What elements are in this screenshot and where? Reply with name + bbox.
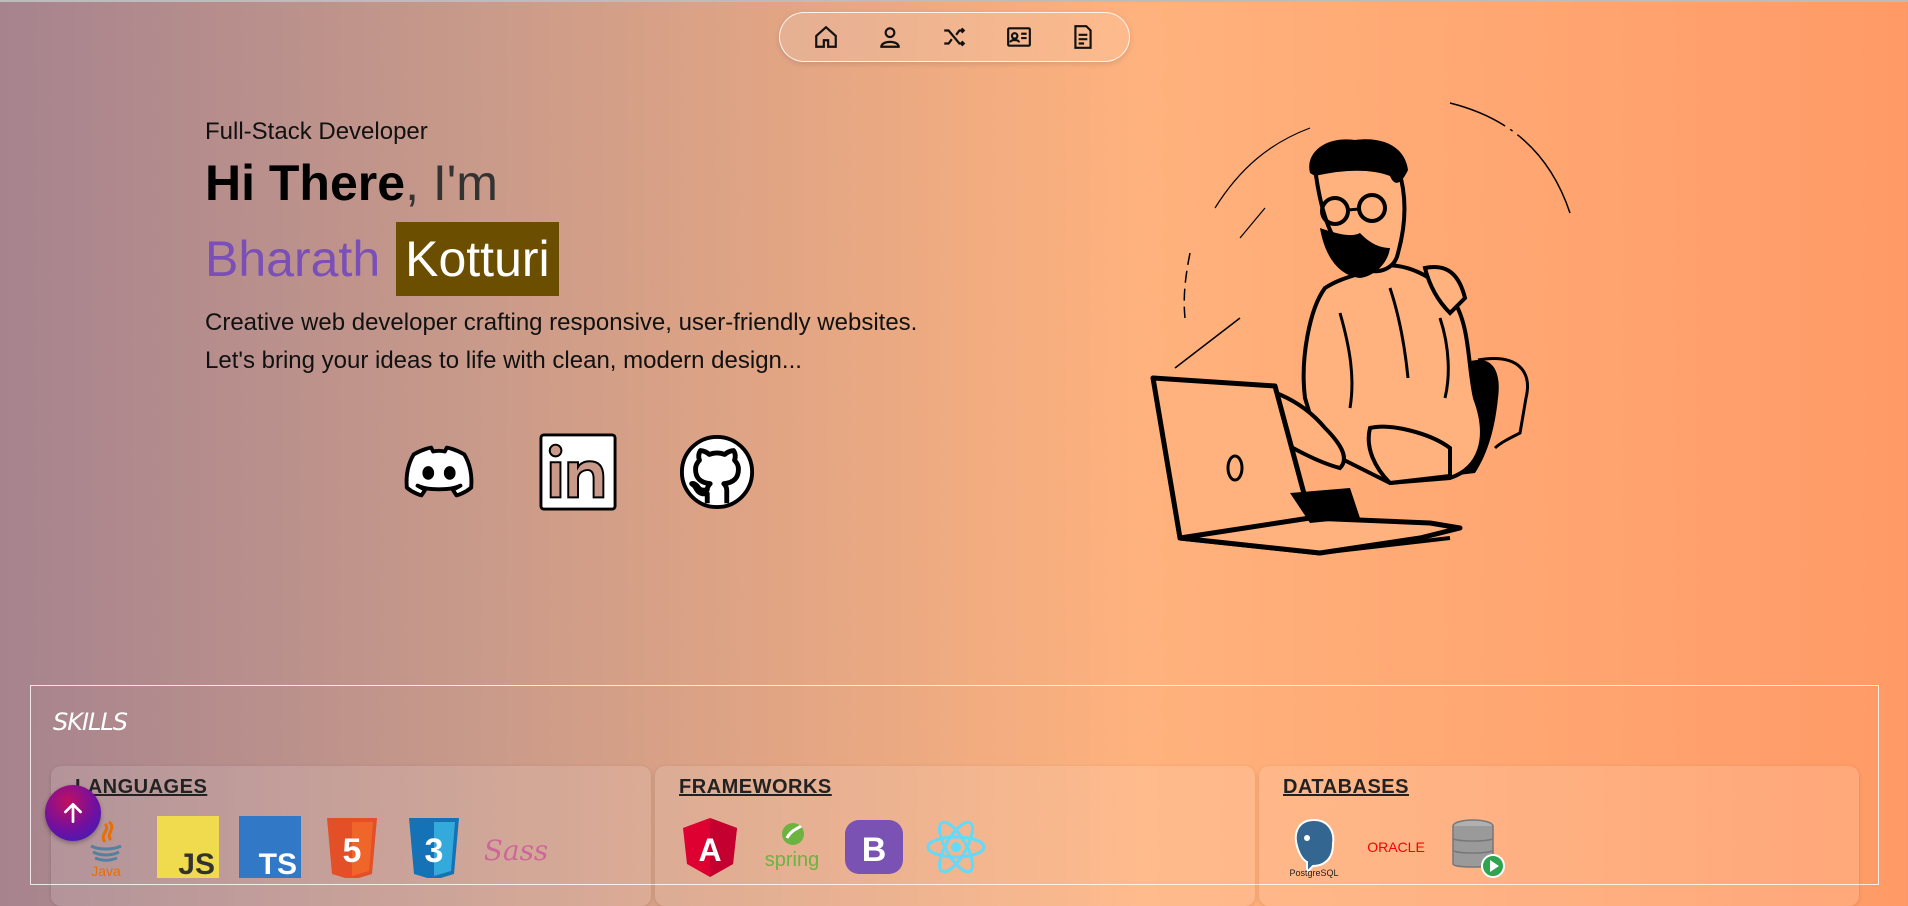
arrow-up-icon: [64, 802, 82, 824]
last-name-highlight: Kotturi: [396, 222, 559, 296]
css3-logo-text: 3: [425, 832, 444, 870]
name-heading: Bharath Kotturi: [205, 222, 917, 296]
skills-section: SKILLS LANGUAGES Java JS TS 5 3 Sass FRA…: [30, 685, 1879, 906]
linkedin-icon[interactable]: [539, 433, 617, 511]
projects-icon: [944, 27, 966, 47]
html5-logo-text: 5: [343, 832, 362, 870]
bootstrap-logo-text: B: [862, 831, 887, 869]
home-icon: [815, 25, 837, 48]
description-line-2: Let's bring your ideas to life with clea…: [205, 347, 802, 374]
nav-home-button[interactable]: [806, 17, 846, 57]
greeting-heading: Hi There, I'm: [205, 152, 917, 214]
nav-contact-button[interactable]: [999, 17, 1039, 57]
top-border: [0, 0, 1908, 2]
greeting-bold: Hi There: [205, 155, 406, 211]
javascript-icon: JS: [157, 816, 219, 878]
user-icon: [880, 27, 901, 48]
resume-icon: [1074, 25, 1092, 49]
postgresql-icon: PostgreSQL: [1289, 818, 1339, 878]
greeting-rest: , I'm: [405, 155, 498, 211]
databases-title: DATABASES: [1283, 776, 1409, 798]
databases-logos: PostgreSQL ORACLE: [1283, 816, 1509, 878]
angular-logo-text: A: [698, 832, 721, 868]
discord-icon[interactable]: [400, 433, 478, 511]
role-text: Full-Stack Developer: [205, 118, 428, 145]
social-links: [400, 433, 756, 511]
database-icon: [1452, 819, 1505, 878]
frameworks-logos: A spring B: [679, 816, 987, 878]
typescript-icon: TS: [239, 816, 301, 878]
ts-logo-text: TS: [259, 848, 297, 878]
scroll-to-top-button[interactable]: [45, 785, 101, 841]
sass-icon: Sass: [485, 834, 547, 867]
developer-illustration: [1150, 102, 1571, 556]
skills-title: SKILLS: [53, 708, 128, 736]
frameworks-card: FRAMEWORKS A spring B: [655, 766, 1255, 906]
oracle-logo-text: ORACLE: [1367, 839, 1425, 855]
java-logo-text: Java: [91, 863, 121, 878]
github-icon[interactable]: [678, 433, 756, 511]
spring-logo-text: spring: [765, 849, 819, 871]
html5-icon: 5: [327, 818, 377, 878]
nav-projects-button[interactable]: [934, 17, 974, 57]
react-icon: [926, 820, 986, 874]
nav-resume-button[interactable]: [1063, 17, 1103, 57]
hero-description: Creative web developer crafting responsi…: [205, 304, 917, 380]
description-line-1: Creative web developer crafting responsi…: [205, 309, 918, 336]
bootstrap-icon: B: [845, 820, 903, 874]
contact-card-icon: [1006, 27, 1031, 47]
frameworks-title: FRAMEWORKS: [679, 776, 832, 798]
css3-icon: 3: [409, 818, 459, 878]
first-name: Bharath: [205, 231, 381, 287]
nav-about-button[interactable]: [870, 17, 910, 57]
sass-logo-text: Sass: [485, 834, 547, 867]
js-logo-text: JS: [178, 848, 215, 878]
angular-icon: A: [683, 818, 737, 877]
spring-icon: spring: [765, 823, 819, 871]
oracle-icon: ORACLE: [1367, 839, 1425, 855]
hero-section: Full-Stack Developer Hi There, I'm Bhara…: [205, 118, 917, 380]
languages-logos: Java JS TS 5 3 Sass: [75, 816, 547, 878]
top-navbar: [779, 12, 1130, 62]
languages-card: LANGUAGES Java JS TS 5 3 Sass: [51, 766, 651, 906]
databases-card: DATABASES PostgreSQL ORACLE: [1259, 766, 1859, 906]
